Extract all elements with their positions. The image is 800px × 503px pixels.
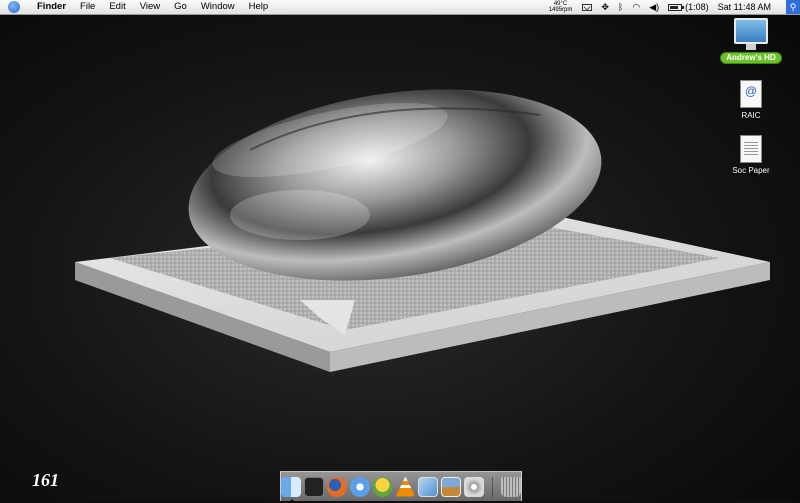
adium-icon[interactable] <box>372 476 393 497</box>
hard-drive-label: Andrew's HD <box>720 52 782 64</box>
menu-view[interactable]: View <box>133 0 167 14</box>
trash-icon[interactable] <box>501 476 521 497</box>
desktop-wallpaper <box>0 0 800 500</box>
apple-logo-icon[interactable] <box>8 1 20 13</box>
raic-label: RAIC <box>741 111 761 120</box>
system-preferences-icon[interactable] <box>464 476 485 497</box>
mail-icon[interactable] <box>582 3 593 11</box>
finder-icon[interactable] <box>281 476 301 503</box>
bluetooth-icon[interactable]: ᛒ <box>618 0 623 14</box>
document-icon <box>740 135 762 163</box>
menu-help[interactable]: Help <box>242 0 276 14</box>
desktop-icon-soc-paper[interactable]: Soc Paper <box>716 135 786 175</box>
hard-drive-icon <box>734 18 768 44</box>
preview-icon[interactable] <box>418 476 439 497</box>
dock <box>280 471 522 503</box>
menu-clock[interactable]: Sat 11:48 AM <box>718 0 771 14</box>
running-indicator <box>289 498 296 503</box>
hard-drive-stand <box>746 44 756 50</box>
dropbox-icon[interactable]: ✥ <box>601 0 609 14</box>
desktop-icon-raic[interactable]: @ RAIC <box>716 80 786 120</box>
desktop-icon-hard-drive[interactable]: Andrew's HD <box>716 18 786 64</box>
menu-extras: 49°C 1495rpm ✥ ᛒ ◠ ◀) (1:08) Sat 11:48 A… <box>549 0 800 14</box>
volume-icon[interactable]: ◀) <box>649 0 659 14</box>
menu-finder[interactable]: Finder <box>30 0 73 14</box>
itunes-icon[interactable] <box>349 476 370 497</box>
battery-time[interactable]: (1:08) <box>685 0 709 14</box>
firefox-icon[interactable] <box>326 476 347 497</box>
http-location-icon: @ <box>740 80 762 108</box>
menu-window[interactable]: Window <box>194 0 242 14</box>
menu-file[interactable]: File <box>73 0 102 14</box>
iphoto-icon[interactable] <box>441 476 462 497</box>
soc-paper-label: Soc Paper <box>732 166 770 175</box>
page-number: 161 <box>32 470 59 490</box>
battery-icon[interactable] <box>668 3 685 11</box>
vlc-icon[interactable] <box>395 476 416 497</box>
menu-bar: Finder File Edit View Go Window Help 49°… <box>0 0 800 15</box>
menu-edit[interactable]: Edit <box>102 0 132 14</box>
terminal-icon[interactable] <box>303 476 324 497</box>
fan-speed-readout: 1495rpm <box>548 7 573 13</box>
dock-separator <box>492 476 494 497</box>
menu-go[interactable]: Go <box>167 0 194 14</box>
wallpaper-sculpture-image <box>75 89 770 372</box>
wifi-icon[interactable]: ◠ <box>632 0 640 14</box>
spotlight-icon[interactable]: ⚲ <box>786 0 800 14</box>
temperature-monitor[interactable]: 49°C 1495rpm <box>549 1 573 13</box>
